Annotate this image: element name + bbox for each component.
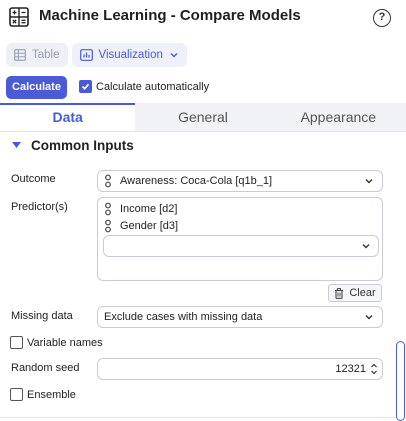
tab-bar: Data General Appearance: [0, 103, 406, 131]
chevron-down-icon: [365, 179, 373, 184]
predictors-list[interactable]: Income [d2] Gender [d3]: [97, 197, 383, 281]
predictors-label: Predictor(s): [11, 201, 68, 213]
table-view-button[interactable]: Table: [6, 43, 68, 67]
variable-names-option: Variable names: [10, 336, 103, 349]
clear-button[interactable]: Clear: [328, 284, 382, 302]
chevron-down-icon: [170, 53, 178, 58]
calculate-button[interactable]: Calculate: [6, 76, 67, 99]
calculate-automatically: Calculate automatically: [79, 80, 209, 93]
divider: [0, 131, 406, 132]
missing-data-value: Exclude cases with missing data: [104, 311, 263, 323]
tab-general[interactable]: General: [135, 103, 271, 131]
add-predictor-dropdown[interactable]: [103, 235, 379, 257]
list-item[interactable]: Gender [d3]: [104, 219, 178, 233]
tab-appearance[interactable]: Appearance: [270, 103, 406, 131]
outcome-select[interactable]: Awareness: Coca-Cola [q1b_1]: [97, 170, 383, 192]
header: Machine Learning - Compare Models ?: [0, 0, 406, 36]
chevron-down-icon: [362, 244, 370, 249]
view-toggle: Table Visualization: [6, 43, 187, 67]
visualization-view-label: Visualization: [98, 49, 163, 61]
predictor-income: Income [d2]: [120, 203, 178, 215]
chevron-down-icon: [365, 315, 373, 320]
calculate-automatically-checkbox[interactable]: [79, 80, 92, 93]
random-seed-label: Random seed: [11, 362, 80, 374]
calculate-automatically-label: Calculate automatically: [96, 80, 210, 93]
random-seed-input[interactable]: 12321: [97, 358, 383, 380]
caret-down-icon: [12, 142, 21, 148]
chart-icon: [79, 49, 93, 61]
outcome-label: Outcome: [11, 173, 56, 185]
missing-data-label: Missing data: [11, 310, 73, 322]
clear-label: Clear: [349, 287, 376, 299]
help-icon[interactable]: ?: [373, 9, 391, 27]
variable-icon: [105, 202, 111, 216]
ensemble-label: Ensemble: [27, 388, 76, 401]
checkmark-icon: [81, 83, 90, 90]
section-header-common-inputs[interactable]: Common Inputs: [12, 138, 134, 153]
stepper-icon[interactable]: [370, 362, 378, 376]
variable-icon: [105, 219, 111, 233]
ensemble-option: Ensemble: [10, 388, 76, 401]
random-seed-value: 12321: [335, 363, 366, 375]
tab-data[interactable]: Data: [0, 103, 136, 131]
outcome-value: Awareness: Coca-Cola [q1b_1]: [120, 175, 273, 187]
scrollbar-thumb[interactable]: [396, 341, 405, 421]
variable-names-checkbox[interactable]: [10, 336, 23, 349]
page-title: Machine Learning - Compare Models: [39, 7, 301, 24]
divider: [0, 417, 395, 418]
ensemble-checkbox[interactable]: [10, 388, 23, 401]
predictor-gender: Gender [d3]: [120, 220, 179, 232]
table-icon: [14, 49, 26, 61]
visualization-view-button[interactable]: Visualization: [71, 43, 187, 67]
trash-icon: [335, 287, 344, 299]
variable-names-label: Variable names: [27, 336, 103, 349]
table-view-label: Table: [32, 49, 60, 61]
section-title: Common Inputs: [31, 138, 134, 153]
calculator-icon: [9, 7, 29, 27]
list-item[interactable]: Income [d2]: [104, 202, 177, 216]
missing-data-select[interactable]: Exclude cases with missing data: [97, 306, 383, 328]
variable-icon: [105, 174, 111, 188]
